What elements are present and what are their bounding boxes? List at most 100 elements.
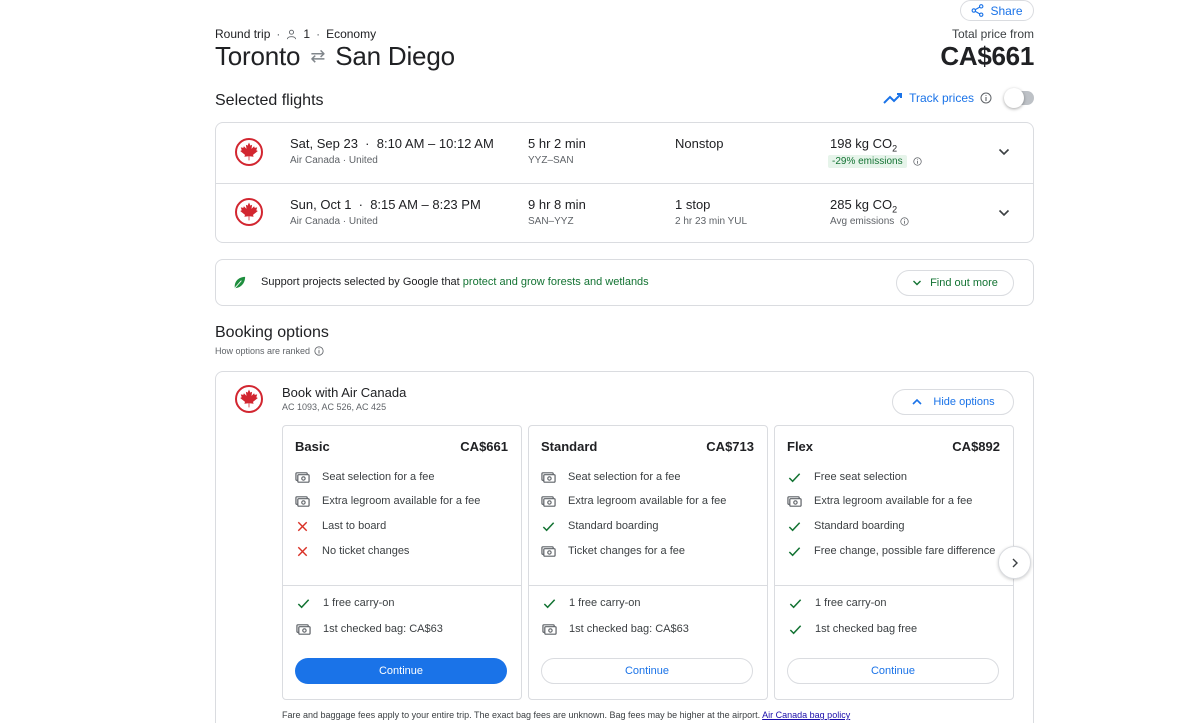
- fare-feature: Extra legroom available for a fee: [541, 493, 756, 509]
- chevron-up-icon: [912, 398, 922, 405]
- fare-bag-text: 1 free carry-on: [569, 597, 641, 609]
- fare-name: Basic: [295, 439, 330, 454]
- fare-feature-text: No ticket changes: [322, 545, 410, 557]
- fare-card-standard[interactable]: Standard CA$713 Seat selection for a fee Ex…: [528, 425, 768, 700]
- flight-row-outbound[interactable]: Sat, Sep 23 · 8:10 AM – 10:12 AM Air Can…: [216, 123, 1033, 183]
- air-canada-logo-icon: [234, 197, 264, 227]
- air-canada-logo-icon: [234, 384, 264, 414]
- flight-codes: AC 1093, AC 526, AC 425: [282, 402, 387, 412]
- chevron-down-icon[interactable]: [997, 145, 1011, 159]
- fare-feature-text: Extra legroom available for a fee: [322, 495, 481, 507]
- leaf-icon: [234, 276, 246, 289]
- fare-bag-allowance: 1 free carry-on: [788, 595, 1003, 611]
- fare-feature: Ticket changes for a fee: [541, 543, 756, 559]
- fare-feature-text: Free seat selection: [814, 471, 907, 483]
- flight-stops: Nonstop: [675, 136, 724, 151]
- check-icon: [296, 596, 311, 611]
- track-prices-toggle[interactable]: [1004, 88, 1034, 108]
- fee-icon: [295, 494, 310, 509]
- info-icon[interactable]: [980, 92, 992, 104]
- selected-flights-card: Sat, Sep 23 · 8:10 AM – 10:12 AM Air Can…: [215, 122, 1034, 243]
- route-title: Toronto ⇄ San Diego: [215, 41, 455, 72]
- find-out-more-button[interactable]: Find out more: [896, 270, 1014, 296]
- chevron-down-icon: [913, 280, 922, 286]
- share-icon: [972, 4, 984, 17]
- hide-options-label: Hide options: [933, 396, 995, 408]
- fare-feature: Extra legroom available for a fee: [787, 493, 1002, 509]
- fare-bag-allowance: 1st checked bag free: [788, 621, 1003, 637]
- flight-date-times: Sat, Sep 23 · 8:10 AM – 10:12 AM: [290, 136, 494, 151]
- fare-bag-text: 1st checked bag: CA$63: [569, 623, 689, 635]
- fare-price: CA$713: [706, 439, 754, 454]
- flight-airlines: Air Canada · United: [290, 155, 378, 166]
- flight-route: YYZ–SAN: [528, 155, 574, 166]
- toggle-knob: [1004, 88, 1024, 108]
- destination-city: San Diego: [335, 41, 455, 71]
- fare-feature: Standard boarding: [787, 518, 1002, 534]
- fare-card-flex[interactable]: Flex CA$892 Free seat selection Extra legro…: [774, 425, 1014, 700]
- fare-card-basic[interactable]: Basic CA$661 Seat selection for a fee Extra…: [282, 425, 522, 700]
- fare-bag-text: 1 free carry-on: [323, 597, 395, 609]
- flight-stops: 1 stop: [675, 197, 711, 212]
- hide-options-button[interactable]: Hide options: [892, 389, 1014, 415]
- flight-row-return[interactable]: Sun, Oct 1 · 8:15 AM – 8:23 PM Air Canad…: [216, 183, 1033, 243]
- info-icon[interactable]: [913, 157, 922, 166]
- x-icon: [295, 519, 310, 534]
- flight-date-times: Sun, Oct 1 · 8:15 AM – 8:23 PM: [290, 197, 481, 212]
- provider-name: Book with Air Canada: [282, 385, 407, 400]
- continue-button[interactable]: Continue: [787, 658, 999, 684]
- fee-icon: [542, 622, 557, 637]
- fees-footnote: Fare and baggage fees apply to your enti…: [282, 710, 851, 720]
- fare-price: CA$892: [952, 439, 1000, 454]
- fare-bag-text: 1st checked bag free: [815, 623, 918, 635]
- continue-button[interactable]: Continue: [541, 658, 753, 684]
- next-fares-button[interactable]: [998, 546, 1031, 579]
- fare-bag-text: 1 free carry-on: [815, 597, 887, 609]
- how-ranked-link[interactable]: How options are ranked: [215, 346, 324, 356]
- swap-arrows-icon: ⇄: [310, 46, 326, 66]
- check-icon: [788, 622, 803, 637]
- total-price: CA$661: [940, 41, 1034, 71]
- fare-feature: Free seat selection: [787, 469, 1002, 485]
- selected-flights-title: Selected flights: [215, 92, 324, 109]
- separator-dot: ·: [276, 27, 281, 41]
- continue-button[interactable]: Continue: [295, 658, 507, 684]
- origin-city: Toronto: [215, 41, 301, 71]
- fare-price: CA$661: [460, 439, 508, 454]
- fare-feature: Standard boarding: [541, 518, 756, 534]
- fare-divider: [283, 585, 521, 586]
- bag-policy-link[interactable]: Air Canada bag policy: [762, 710, 850, 720]
- find-out-more-label: Find out more: [930, 277, 998, 289]
- passenger-count: 1: [303, 27, 311, 41]
- fee-icon: [787, 494, 802, 509]
- fare-feature-text: Standard boarding: [568, 520, 659, 532]
- fare-feature-text: Seat selection for a fee: [568, 471, 681, 483]
- fee-icon: [541, 494, 556, 509]
- check-icon: [542, 596, 557, 611]
- info-icon[interactable]: [900, 217, 909, 226]
- fare-feature: Seat selection for a fee: [295, 469, 510, 485]
- separator-dot: ·: [316, 27, 321, 41]
- forest-text: Support projects selected by Google that…: [261, 276, 649, 288]
- flight-route: SAN–YYZ: [528, 216, 574, 227]
- trip-meta: Round trip · 1 · Economy: [215, 27, 376, 41]
- total-price-label: Total price from: [951, 27, 1034, 41]
- fare-feature-text: Extra legroom available for a fee: [568, 495, 727, 507]
- flight-layover: 2 hr 23 min YUL: [675, 216, 748, 227]
- forest-link[interactable]: protect and grow forests and wetlands: [463, 276, 649, 288]
- track-prices-label: Track prices: [909, 91, 974, 105]
- share-button[interactable]: Share: [960, 0, 1034, 21]
- flight-co2: 285 kg CO2: [830, 197, 898, 215]
- chevron-down-icon[interactable]: [997, 206, 1011, 220]
- fare-divider: [775, 585, 1013, 586]
- check-icon: [787, 544, 802, 559]
- fare-feature-text: Ticket changes for a fee: [568, 545, 685, 557]
- booking-provider-card: Book with Air Canada AC 1093, AC 526, AC…: [215, 371, 1034, 723]
- check-icon: [787, 519, 802, 534]
- fare-name: Standard: [541, 439, 598, 454]
- fare-feature-text: Free change, possible fare difference: [814, 545, 996, 557]
- chevron-right-icon: [1012, 558, 1018, 567]
- fare-bag-allowance: 1st checked bag: CA$63: [296, 621, 511, 637]
- info-icon: [314, 346, 324, 356]
- track-prices[interactable]: Track prices: [883, 88, 1034, 108]
